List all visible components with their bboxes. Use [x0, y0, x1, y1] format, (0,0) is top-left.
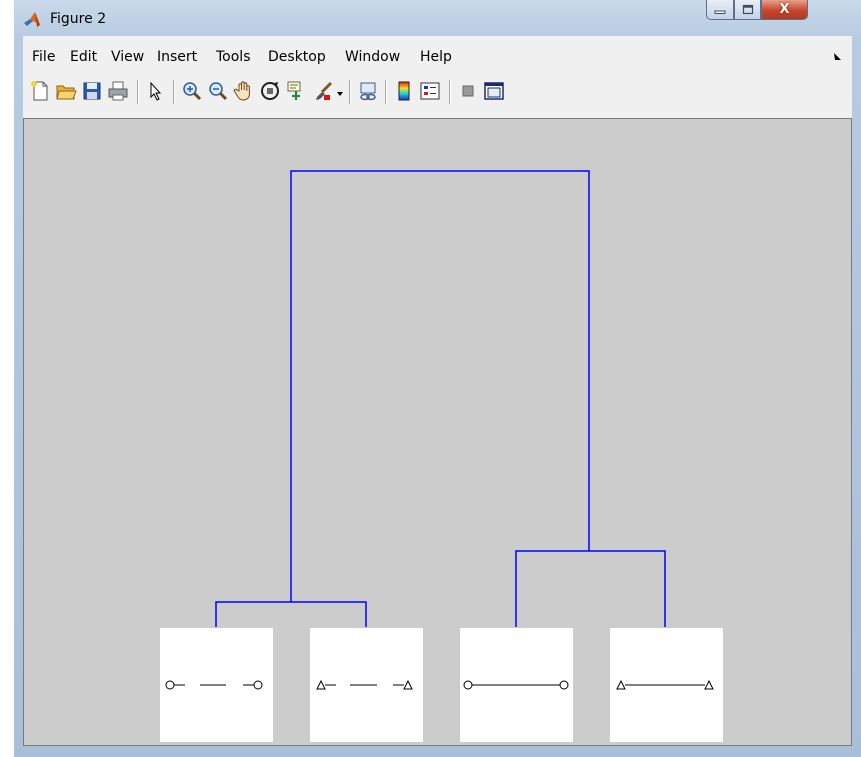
zoom-out-icon [209, 82, 228, 101]
rotate-3d-icon [261, 81, 279, 100]
figure-canvas[interactable] [23, 119, 852, 745]
menu-bar: File Edit View Insert Tools Desktop Wind… [23, 36, 852, 74]
print-figure-button[interactable] [107, 80, 129, 102]
toolbar-separator [449, 80, 450, 104]
window-frame: Figure 2 X File Edit View Insert Tools D… [14, 0, 861, 757]
figure-toolbar [23, 74, 852, 119]
save-disk-icon [83, 82, 101, 100]
insert-colorbar-button[interactable] [393, 80, 415, 102]
data-cursor-icon [287, 81, 301, 100]
link-plot-button[interactable] [357, 80, 379, 102]
save-figure-button[interactable] [81, 80, 103, 102]
hide-plot-tools-button[interactable] [457, 80, 479, 102]
maximize-icon [742, 4, 753, 15]
hide-plot-tools-icon [462, 85, 474, 97]
close-icon: X [779, 2, 790, 17]
rotate-3d-button[interactable] [259, 80, 281, 102]
minimize-icon [714, 10, 726, 14]
pointer-arrow-icon [150, 81, 162, 101]
leaf-triangle-gap [310, 628, 423, 742]
maximize-button[interactable] [734, 0, 761, 20]
dendrogram-link-right-pair [515, 550, 666, 627]
window-title: Figure 2 [50, 11, 107, 27]
menu-edit[interactable]: Edit [70, 49, 97, 65]
zoom-in-button[interactable] [181, 80, 203, 102]
hand-pan-icon [233, 81, 250, 101]
zoom-out-button[interactable] [207, 80, 229, 102]
colorbar-icon [398, 81, 410, 101]
dendrogram-link-root [290, 170, 590, 602]
new-document-icon [31, 81, 48, 101]
dendrogram-link-left-pair [215, 601, 367, 627]
menu-insert[interactable]: Insert [157, 49, 197, 65]
show-plot-tools-icon [484, 82, 504, 100]
toolbar-separator [173, 80, 174, 104]
open-file-button[interactable] [55, 80, 77, 102]
menu-file[interactable]: File [32, 49, 55, 65]
menu-tools[interactable]: Tools [216, 49, 251, 65]
dendrogram-plot [160, 170, 723, 742]
close-button[interactable]: X [761, 0, 808, 20]
new-figure-button[interactable] [29, 80, 51, 102]
brush-button[interactable] [313, 80, 335, 102]
toolbar-separator [385, 80, 386, 104]
menu-window[interactable]: Window [345, 49, 400, 65]
menu-desktop[interactable]: Desktop [268, 49, 326, 65]
matlab-logo-icon [24, 12, 40, 27]
toolbar-separator [349, 80, 350, 104]
menu-view[interactable]: View [111, 49, 144, 65]
leaf-triangle-connected [610, 628, 723, 742]
legend-icon [420, 82, 440, 100]
menu-help[interactable]: Help [420, 49, 452, 65]
show-plot-tools-button[interactable] [483, 80, 505, 102]
edit-plot-button[interactable] [144, 80, 166, 102]
leaf-circle-connected [460, 628, 573, 742]
link-plot-icon [360, 82, 376, 101]
title-bar[interactable]: Figure 2 X [14, 0, 861, 36]
data-cursor-button[interactable] [285, 80, 307, 102]
pan-button[interactable] [233, 80, 255, 102]
leaf-circle-gap [160, 628, 273, 742]
brush-dropdown-icon[interactable] [337, 92, 343, 96]
open-folder-icon [56, 85, 77, 100]
zoom-in-icon [183, 82, 202, 101]
minimize-button[interactable] [706, 0, 734, 20]
dock-arrow-icon[interactable] [833, 52, 842, 61]
brush-icon [316, 81, 333, 100]
toolbar-separator [137, 80, 138, 104]
insert-legend-button[interactable] [419, 80, 441, 102]
printer-icon [108, 81, 128, 101]
